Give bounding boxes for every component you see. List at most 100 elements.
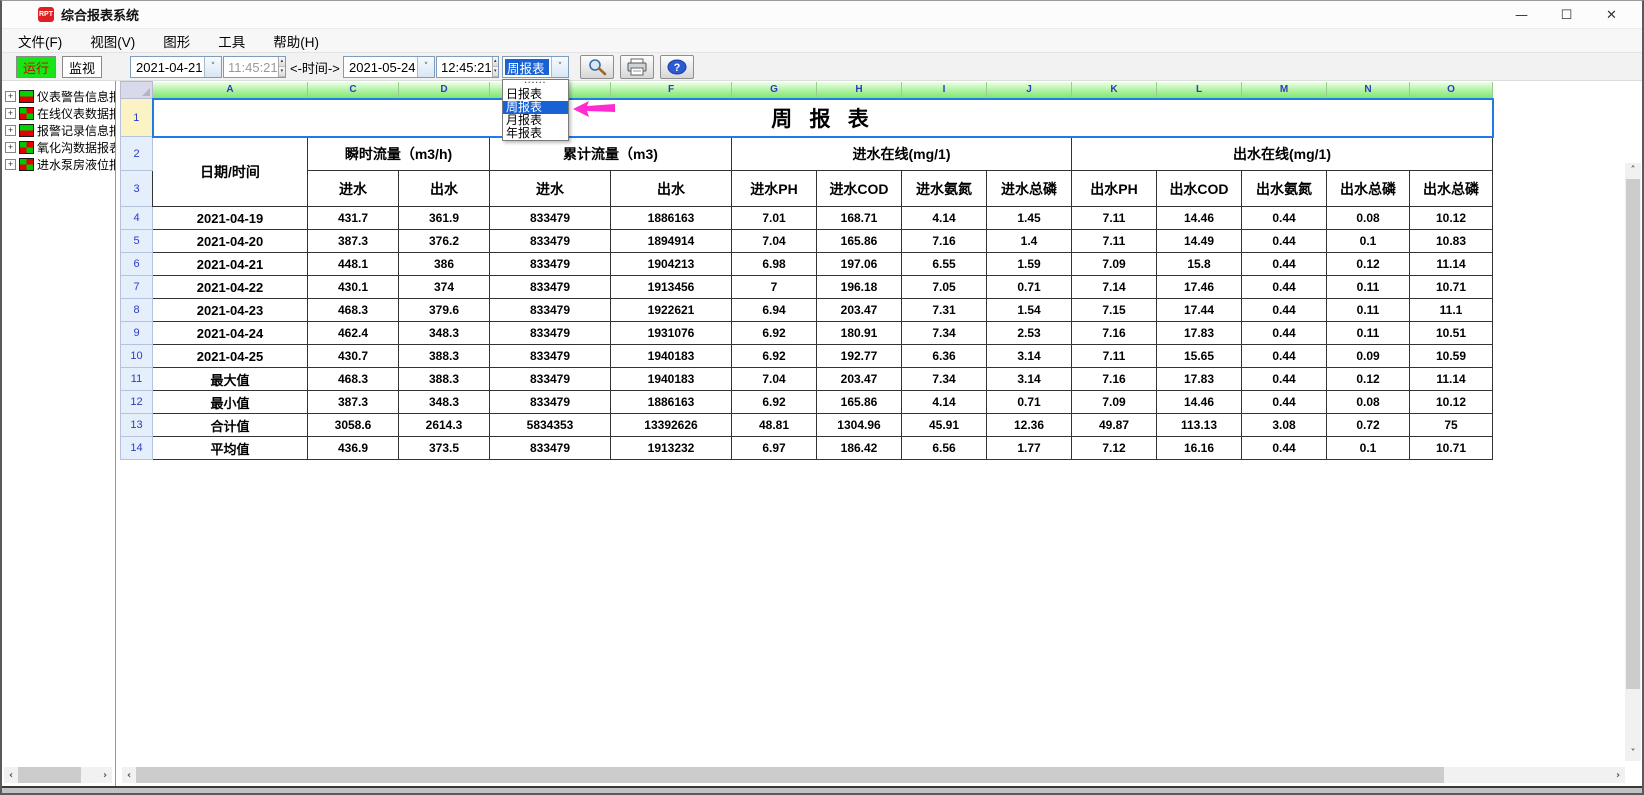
cell[interactable]: 2021-04-22 bbox=[153, 276, 308, 299]
row-header[interactable]: 10 bbox=[121, 345, 153, 368]
cell[interactable]: 113.13 bbox=[1157, 414, 1242, 437]
scroll-left-icon[interactable]: ‹ bbox=[4, 767, 18, 783]
column-header[interactable]: D bbox=[399, 82, 490, 99]
cell[interactable]: 2021-04-24 bbox=[153, 322, 308, 345]
cell[interactable]: 17.83 bbox=[1157, 322, 1242, 345]
cell[interactable]: 10.59 bbox=[1410, 345, 1493, 368]
cell[interactable]: 0.44 bbox=[1242, 230, 1327, 253]
cell[interactable]: 192.77 bbox=[817, 345, 902, 368]
cell[interactable]: 15.8 bbox=[1157, 253, 1242, 276]
end-time-spinner[interactable]: 12:45:21 ▴ ▾ bbox=[436, 56, 499, 78]
cell[interactable]: 1.77 bbox=[987, 437, 1072, 460]
scrollbar-thumb[interactable] bbox=[18, 767, 81, 783]
header-cell[interactable]: 出水在线(mg/1) bbox=[1072, 137, 1493, 171]
cell[interactable]: 0.11 bbox=[1327, 276, 1410, 299]
cell[interactable]: 833479 bbox=[490, 299, 611, 322]
cell[interactable]: 203.47 bbox=[817, 368, 902, 391]
cell[interactable]: 7.14 bbox=[1072, 276, 1157, 299]
cell[interactable]: 2.53 bbox=[987, 322, 1072, 345]
cell[interactable]: 1931076 bbox=[611, 322, 732, 345]
header-cell[interactable]: 累计流量（m3) bbox=[490, 137, 732, 171]
cell[interactable]: 833479 bbox=[490, 437, 611, 460]
header-cell[interactable]: 进水总磷 bbox=[987, 171, 1072, 207]
spin-up-icon[interactable]: ▴ bbox=[493, 57, 498, 67]
column-header[interactable]: F bbox=[611, 82, 732, 99]
maximize-icon[interactable]: ☐ bbox=[1544, 1, 1589, 29]
column-header[interactable]: L bbox=[1157, 82, 1242, 99]
cell[interactable]: 203.47 bbox=[817, 299, 902, 322]
cell[interactable]: 7.04 bbox=[732, 368, 817, 391]
cell[interactable]: 6.98 bbox=[732, 253, 817, 276]
cell[interactable]: 0.72 bbox=[1327, 414, 1410, 437]
cell[interactable]: 1.59 bbox=[987, 253, 1072, 276]
menu-item-5[interactable]: 帮助(H) bbox=[271, 29, 321, 53]
cell[interactable]: 10.51 bbox=[1410, 322, 1493, 345]
cell[interactable]: 2021-04-19 bbox=[153, 207, 308, 230]
cell[interactable]: 196.18 bbox=[817, 276, 902, 299]
header-cell[interactable]: 出水 bbox=[611, 171, 732, 207]
cell[interactable]: 833479 bbox=[490, 230, 611, 253]
cell[interactable]: 7.31 bbox=[902, 299, 987, 322]
cell[interactable]: 2021-04-21 bbox=[153, 253, 308, 276]
cell[interactable]: 0.71 bbox=[987, 276, 1072, 299]
header-cell[interactable]: 进水COD bbox=[817, 171, 902, 207]
row-header[interactable]: 4 bbox=[121, 207, 153, 230]
tree-item[interactable]: +氧化沟数据报表 bbox=[5, 139, 115, 155]
cell[interactable]: 7.05 bbox=[902, 276, 987, 299]
cell[interactable]: 0.1 bbox=[1327, 230, 1410, 253]
cell[interactable]: 197.06 bbox=[817, 253, 902, 276]
column-header[interactable]: C bbox=[308, 82, 399, 99]
cell[interactable]: 合计值 bbox=[153, 414, 308, 437]
cell[interactable]: 10.71 bbox=[1410, 276, 1493, 299]
cell[interactable]: 3.08 bbox=[1242, 414, 1327, 437]
run-button[interactable]: 运行 bbox=[16, 56, 56, 78]
expand-plus-icon[interactable]: + bbox=[5, 108, 16, 119]
cell[interactable]: 0.71 bbox=[987, 391, 1072, 414]
cell[interactable]: 7.16 bbox=[1072, 368, 1157, 391]
tree-item[interactable]: +报警记录信息报表 bbox=[5, 122, 115, 138]
help-button[interactable]: ? bbox=[660, 55, 694, 79]
cell[interactable]: 0.11 bbox=[1327, 299, 1410, 322]
header-cell[interactable]: 出水COD bbox=[1157, 171, 1242, 207]
cell[interactable]: 1.54 bbox=[987, 299, 1072, 322]
cell[interactable]: 4.14 bbox=[902, 391, 987, 414]
cell[interactable]: 最小值 bbox=[153, 391, 308, 414]
cell[interactable]: 0.11 bbox=[1327, 322, 1410, 345]
cell[interactable]: 833479 bbox=[490, 391, 611, 414]
horizontal-scrollbar[interactable]: ‹ › bbox=[122, 767, 1625, 783]
spin-up-icon[interactable]: ▴ bbox=[279, 57, 285, 67]
cell[interactable]: 833479 bbox=[490, 276, 611, 299]
cell[interactable]: 7.34 bbox=[902, 322, 987, 345]
report-type-combo[interactable]: 周报表 ˅ bbox=[502, 56, 569, 78]
tree-item[interactable]: +在线仪表数据报表 bbox=[5, 105, 115, 121]
cell[interactable]: 2021-04-20 bbox=[153, 230, 308, 253]
menu-item-3[interactable]: 图形 bbox=[161, 29, 192, 53]
cell[interactable]: 361.9 bbox=[399, 207, 490, 230]
cell[interactable]: 17.44 bbox=[1157, 299, 1242, 322]
expand-plus-icon[interactable]: + bbox=[5, 91, 16, 102]
expand-plus-icon[interactable]: + bbox=[5, 142, 16, 153]
row-header[interactable]: 5 bbox=[121, 230, 153, 253]
chevron-down-icon[interactable]: ˅ bbox=[417, 57, 434, 77]
column-header[interactable]: K bbox=[1072, 82, 1157, 99]
cell[interactable]: 0.44 bbox=[1242, 207, 1327, 230]
spin-down-icon[interactable]: ▾ bbox=[279, 67, 285, 77]
tree-item[interactable]: +仪表警告信息报表 bbox=[5, 88, 115, 104]
cell[interactable]: 1304.96 bbox=[817, 414, 902, 437]
cell[interactable]: 11.1 bbox=[1410, 299, 1493, 322]
cell[interactable]: 7.16 bbox=[1072, 322, 1157, 345]
cell[interactable]: 388.3 bbox=[399, 345, 490, 368]
menu-item-2[interactable]: 视图(V) bbox=[88, 29, 137, 53]
cell[interactable]: 7.34 bbox=[902, 368, 987, 391]
cell[interactable]: 3.14 bbox=[987, 368, 1072, 391]
cell[interactable]: 平均值 bbox=[153, 437, 308, 460]
cell[interactable]: 468.3 bbox=[308, 299, 399, 322]
cell[interactable]: 13392626 bbox=[611, 414, 732, 437]
spinner-buttons[interactable]: ▴ ▾ bbox=[278, 57, 285, 77]
header-cell[interactable]: 出水 bbox=[399, 171, 490, 207]
cell[interactable]: 165.86 bbox=[817, 391, 902, 414]
tree-item[interactable]: +进水泵房液位报表 bbox=[5, 156, 115, 172]
cell[interactable]: 1.4 bbox=[987, 230, 1072, 253]
cell[interactable]: 379.6 bbox=[399, 299, 490, 322]
menu-item-4[interactable]: 工具 bbox=[216, 29, 247, 53]
